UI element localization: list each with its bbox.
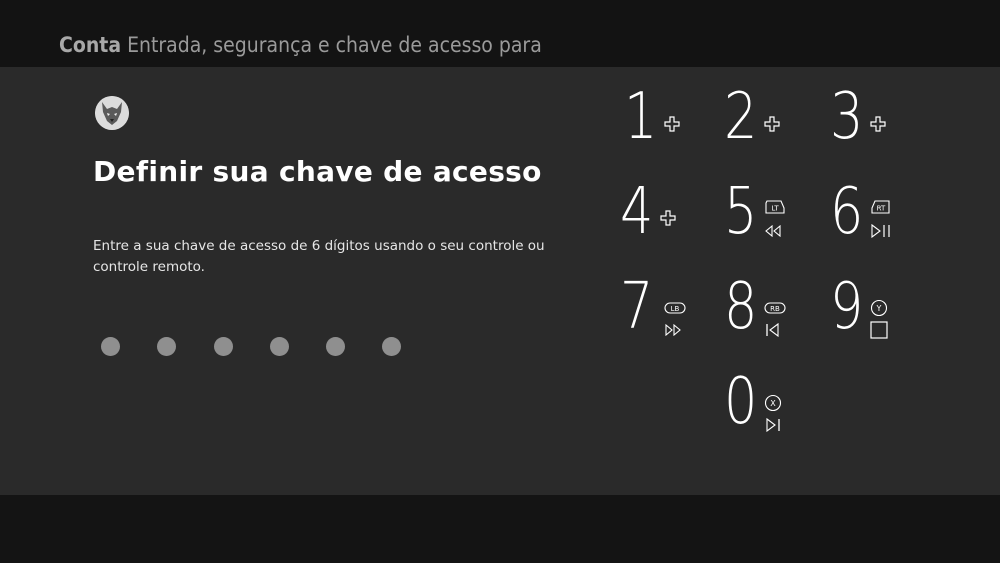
- breadcrumb: Conta Entrada, segurança e chave de acess…: [59, 33, 542, 57]
- top-bar: Conta Entrada, segurança e chave de acess…: [0, 0, 1000, 67]
- keypad-key-6[interactable]: 6 RT: [830, 175, 930, 260]
- key-digit: 7: [620, 270, 654, 344]
- keypad-key-1[interactable]: 1: [624, 80, 724, 165]
- passkey-dot: [101, 337, 120, 356]
- passkey-entry-dots: [101, 337, 439, 356]
- dpad-icon: [764, 85, 792, 165]
- avatar: [95, 96, 129, 130]
- keypad-key-9[interactable]: 9 Y: [830, 270, 930, 355]
- keypad-key-8[interactable]: 8 RB: [724, 270, 824, 355]
- dpad-icon: [664, 85, 692, 165]
- key-digit: 2: [724, 80, 758, 154]
- passkey-dot: [269, 337, 289, 356]
- keypad-key-7[interactable]: 7 LB: [620, 270, 720, 355]
- key-digit: 3: [830, 80, 864, 154]
- key-digit: 0: [724, 365, 758, 439]
- wolf-avatar-icon: [95, 96, 129, 130]
- passkey-dot: [326, 337, 346, 356]
- keypad-key-5[interactable]: 5 LT: [724, 175, 824, 260]
- skip-forward-icon: [764, 370, 792, 450]
- keypad-key-3[interactable]: 3: [830, 80, 930, 165]
- dpad-icon: [660, 180, 688, 260]
- keypad-key-2[interactable]: 2: [724, 80, 824, 165]
- passkey-dot: [157, 337, 177, 356]
- play-pause-icon: [870, 180, 898, 260]
- keypad-key-4[interactable]: 4: [620, 175, 720, 260]
- key-digit: 9: [830, 270, 864, 344]
- passkey-dot: [382, 337, 402, 356]
- key-digit: 4: [620, 175, 654, 249]
- dpad-icon: [870, 85, 898, 165]
- page-title: Definir sua chave de acesso: [93, 155, 542, 188]
- fast-forward-icon: [664, 275, 692, 355]
- breadcrumb-section: Conta: [59, 33, 122, 57]
- keypad-key-0[interactable]: 0 X: [724, 365, 824, 450]
- key-digit: 8: [724, 270, 758, 344]
- passkey-dot: [213, 337, 233, 356]
- bottom-bar: [0, 495, 1000, 563]
- key-digit: 1: [624, 80, 658, 154]
- stop-icon: [870, 275, 898, 355]
- breadcrumb-path: Entrada, segurança e chave de acesso par…: [127, 33, 542, 57]
- key-digit: 5: [724, 175, 758, 249]
- instructions-text: Entre a sua chave de acesso de 6 dígitos…: [93, 238, 545, 275]
- rewind-icon: [764, 180, 792, 260]
- key-digit: 6: [830, 175, 864, 249]
- skip-back-icon: [764, 275, 792, 355]
